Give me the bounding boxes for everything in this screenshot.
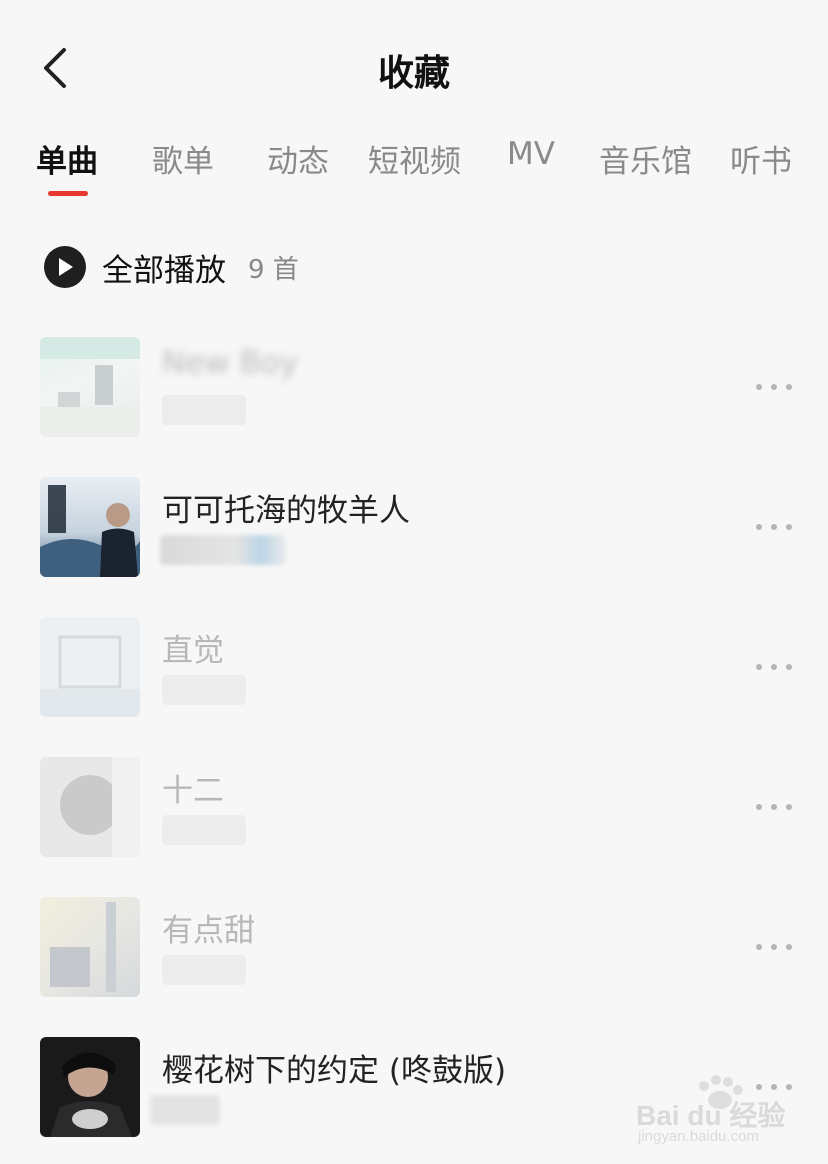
tab-mv[interactable]: MV	[507, 136, 555, 172]
album-cover	[40, 757, 140, 857]
tab-bar: 单曲 歌单 动态 短视频 MV 音乐馆 听书	[0, 130, 828, 202]
song-row[interactable]: New Boy	[0, 337, 828, 437]
album-cover	[40, 617, 140, 717]
song-row[interactable]: 有点甜	[0, 897, 828, 997]
album-cover	[40, 477, 140, 577]
song-title: 可可托海的牧羊人	[162, 493, 410, 529]
album-cover	[40, 337, 140, 437]
song-title: 有点甜	[162, 913, 255, 949]
header-bar: 收藏	[0, 0, 828, 130]
play-icon	[44, 246, 86, 288]
more-options-icon[interactable]	[756, 517, 792, 537]
song-row[interactable]: 十二	[0, 757, 828, 857]
song-title: 樱花树下的约定 (咚鼓版)	[162, 1053, 507, 1089]
tab-moments[interactable]: 动态	[267, 136, 329, 181]
more-options-icon[interactable]	[756, 657, 792, 677]
album-cover	[40, 897, 140, 997]
page-title: 收藏	[377, 53, 450, 94]
tab-singles[interactable]: 单曲	[36, 136, 98, 181]
more-options-icon[interactable]	[756, 937, 792, 957]
tab-playlists[interactable]: 歌单	[152, 136, 214, 181]
play-all-label: 全部播放	[102, 252, 226, 289]
more-options-icon[interactable]	[756, 377, 792, 397]
watermark-url: jingyan.baidu.com	[638, 1128, 759, 1145]
baidu-watermark: Bai du 经验 jingyan.baidu.com	[630, 1072, 800, 1152]
album-cover	[40, 1037, 140, 1137]
song-artist-placeholder	[162, 395, 246, 425]
song-row[interactable]: 直觉	[0, 617, 828, 717]
song-artist-placeholder	[162, 675, 246, 705]
song-artist-placeholder	[162, 815, 246, 845]
song-artist-placeholder	[150, 1095, 220, 1125]
song-title: 十二	[162, 773, 224, 809]
more-options-icon[interactable]	[756, 797, 792, 817]
song-row[interactable]: 可可托海的牧羊人	[0, 477, 828, 577]
song-count: 9 首	[248, 254, 299, 285]
active-tab-indicator	[48, 191, 88, 196]
song-artist-placeholder	[162, 955, 246, 985]
tab-audiobooks[interactable]: 听书	[730, 136, 792, 181]
tab-music-hall[interactable]: 音乐馆	[599, 136, 692, 181]
song-title: 直觉	[162, 633, 224, 669]
song-title: New Boy	[162, 345, 299, 381]
song-artist-placeholder	[160, 535, 286, 565]
tab-short-videos[interactable]: 短视频	[368, 136, 461, 181]
play-all-button[interactable]: 全部播放 9 首	[44, 244, 299, 290]
